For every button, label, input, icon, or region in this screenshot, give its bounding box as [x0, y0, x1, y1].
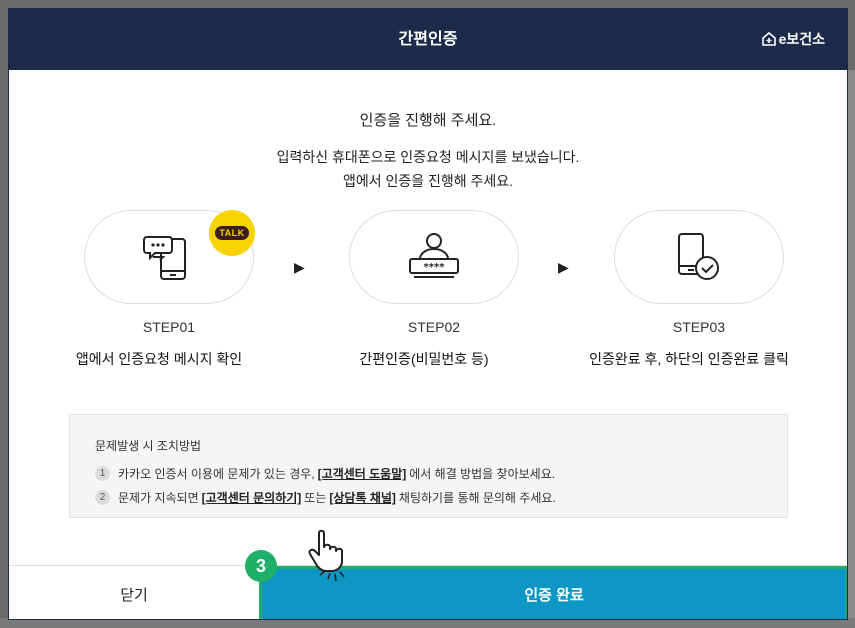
- phone-chat-icon: [143, 236, 186, 280]
- user-password-icon: ****: [409, 233, 459, 278]
- troubleshooting-box: 문제발생 시 조치방법 1 카카오 인증서 이용에 문제가 있는 경우, [고객…: [69, 414, 788, 518]
- troubleshooting-title: 문제발생 시 조치방법: [95, 439, 202, 453]
- modal-title: 간편인증: [398, 31, 458, 48]
- step1-title: STEP01: [142, 319, 196, 335]
- step2-title: STEP02: [407, 319, 461, 335]
- auth-modal: 간편인증 e보건소 인증을 진행해 주세요. 입력하신 휴대폰으로 인증요청 메…: [8, 8, 848, 620]
- step2-description: 간편인증(비밀번호 등): [359, 351, 489, 367]
- step3-card: [614, 210, 784, 304]
- item2-text-post: 채팅하기를 통해 문의해 주세요.: [398, 491, 556, 505]
- svg-text:****: ****: [424, 262, 446, 273]
- step-arrow-1: ▶: [294, 259, 305, 275]
- item2-text-mid: 또는: [304, 491, 327, 505]
- modal-header: 간편인증 e보건소: [9, 9, 847, 70]
- step-number-marker: 3: [245, 550, 277, 582]
- kakao-talk-badge: TALK: [209, 210, 255, 256]
- intro-heading: 인증을 진행해 주세요.: [359, 112, 497, 129]
- step1-description: 앱에서 인증요청 메시지 확인: [75, 351, 243, 367]
- item1-text-pre: 카카오 인증서 이용에 문제가 있는 경우,: [118, 467, 315, 481]
- brand-text: e보건소: [778, 31, 825, 47]
- help-center-link[interactable]: [고객센터 도움말]: [318, 465, 407, 482]
- step3-title: STEP03: [672, 319, 726, 335]
- talk-label: TALK: [215, 226, 249, 240]
- modal-footer: 닫기 인증 완료: [9, 565, 847, 619]
- brand-logo: e보건소: [761, 29, 825, 49]
- item-number-badge: 2: [95, 490, 110, 505]
- phone-check-icon: [678, 233, 719, 280]
- close-button[interactable]: 닫기: [9, 566, 259, 619]
- troubleshooting-item-1: 1 카카오 인증서 이용에 문제가 있는 경우, [고객센터 도움말] 에서 해…: [95, 465, 555, 482]
- item1-text-post: 에서 해결 방법을 찾아보세요.: [409, 467, 556, 481]
- item2-text-pre: 문제가 지속되면: [118, 491, 199, 505]
- step3-description: 인증완료 후, 하단의 인증완료 클릭: [589, 351, 789, 367]
- chat-channel-link[interactable]: [상담톡 채널]: [329, 489, 396, 506]
- item-number-badge: 1: [95, 466, 110, 481]
- pointing-hand-icon: [308, 529, 345, 582]
- step2-card: ****: [349, 210, 519, 304]
- background-page-edge: [847, 70, 855, 628]
- troubleshooting-item-2: 2 문제가 지속되면 [고객센터 문의하기] 또는 [상담톡 채널] 채팅하기를…: [95, 489, 556, 506]
- house-plus-icon: [761, 32, 776, 46]
- step-arrow-2: ▶: [558, 259, 569, 275]
- contact-support-link[interactable]: [고객센터 문의하기]: [202, 489, 302, 506]
- intro-line-3: 앱에서 인증을 진행해 주세요.: [342, 173, 514, 189]
- intro-line-2: 입력하신 휴대폰으로 인증요청 메시지를 보냈습니다.: [276, 149, 580, 165]
